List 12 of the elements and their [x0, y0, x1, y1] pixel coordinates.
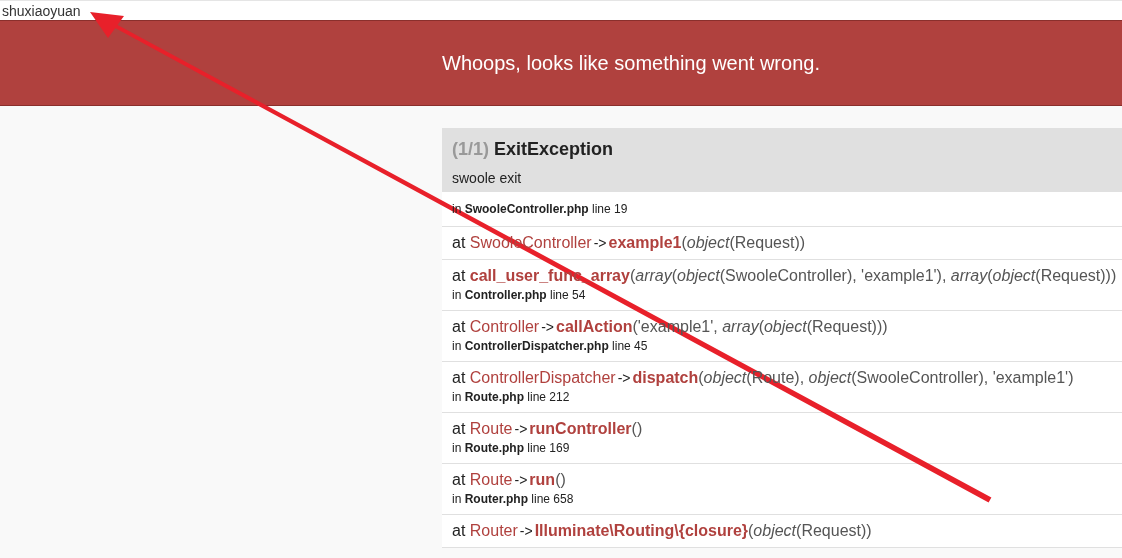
exception-message: swoole exit: [452, 169, 523, 188]
file-location: in Route.php line 169: [452, 440, 570, 456]
file-location: in Router.php line 658: [452, 491, 574, 507]
call-line: at Route->runController(): [452, 419, 643, 439]
page-header-text: shuxiaoyuan: [2, 3, 81, 18]
call-line: at Route->run(): [452, 470, 566, 490]
banner-title: Whoops, looks like something went wrong.: [442, 51, 820, 76]
exception-title: (1/1) ExitException: [452, 138, 615, 160]
call-line: at Router->Illuminate\Routing\{closure}(object(Request)): [452, 521, 872, 541]
file-location: in Route.php line 212: [452, 389, 570, 405]
file-location: in Controller.php line 54: [452, 287, 586, 303]
file-location: in ControllerDispatcher.php line 45: [452, 338, 648, 354]
